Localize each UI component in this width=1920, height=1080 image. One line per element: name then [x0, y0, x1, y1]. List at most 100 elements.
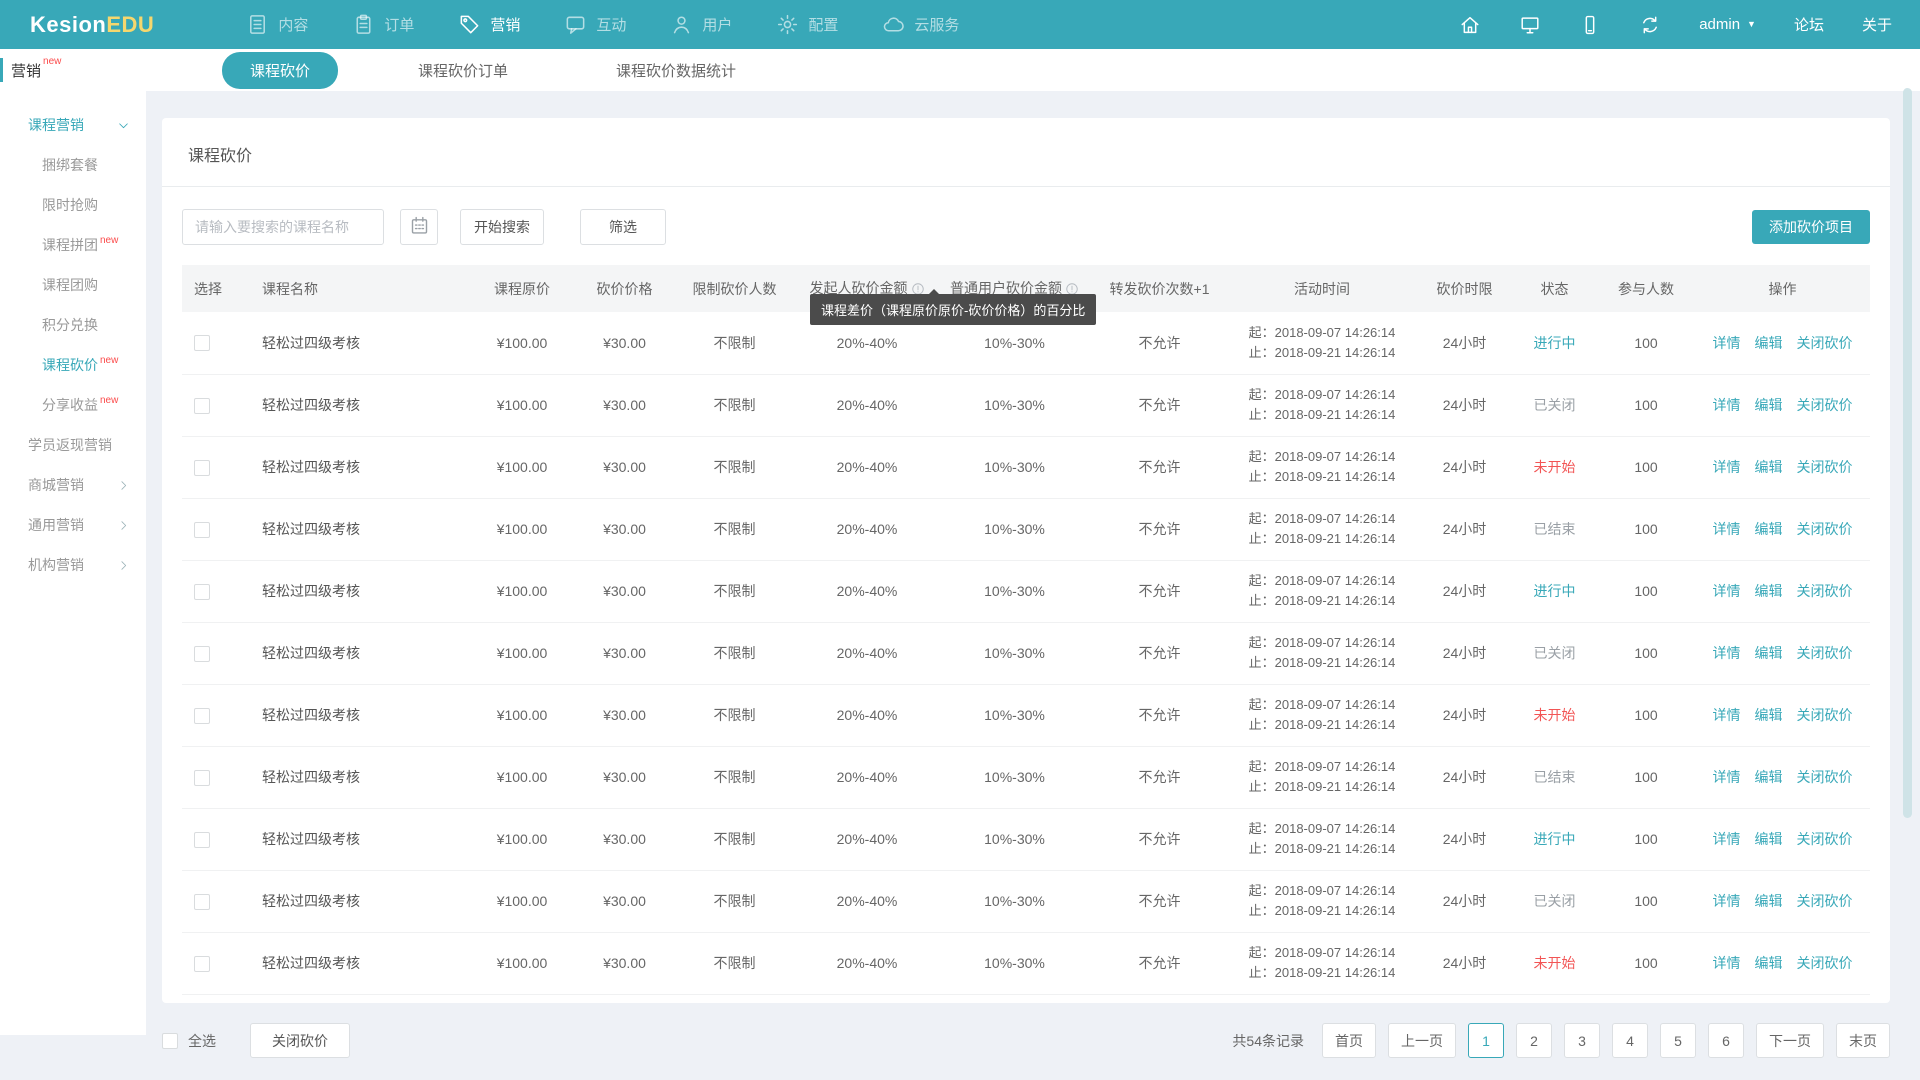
row-checkbox[interactable]	[194, 894, 210, 910]
close-bargain-link[interactable]: 关闭砍价	[1797, 831, 1853, 847]
row-checkbox[interactable]	[194, 646, 210, 662]
detail-link[interactable]: 详情	[1713, 521, 1741, 537]
sidebar-item-0[interactable]: 课程营销	[0, 105, 146, 145]
close-bargain-link[interactable]: 关闭砍价	[1797, 521, 1853, 537]
page-button-2[interactable]: 2	[1516, 1023, 1552, 1058]
cell-bargain-price: ¥30.00	[577, 374, 672, 436]
edit-link[interactable]: 编辑	[1755, 707, 1783, 723]
close-bargain-link[interactable]: 关闭砍价	[1797, 893, 1853, 909]
topbar-link-1[interactable]: 关于	[1862, 14, 1892, 35]
cell-forward: 不允许	[1092, 870, 1227, 932]
close-bargain-link[interactable]: 关闭砍价	[1797, 459, 1853, 475]
admin-dropdown[interactable]: admin▼	[1699, 16, 1756, 33]
sidebar-item-4[interactable]: 课程团购	[0, 265, 146, 305]
close-bargain-link[interactable]: 关闭砍价	[1797, 955, 1853, 971]
detail-link[interactable]: 详情	[1713, 893, 1741, 909]
add-bargain-button[interactable]: 添加砍价项目	[1752, 210, 1870, 244]
row-checkbox[interactable]	[194, 584, 210, 600]
edit-link[interactable]: 编辑	[1755, 521, 1783, 537]
sidebar-item-6[interactable]: 课程砍价new	[0, 345, 146, 385]
detail-link[interactable]: 详情	[1713, 335, 1741, 351]
topbar-nav-marketing[interactable]: 营销	[458, 13, 520, 36]
close-bargain-batch-button[interactable]: 关闭砍价	[250, 1023, 350, 1058]
close-bargain-link[interactable]: 关闭砍价	[1797, 583, 1853, 599]
topbar-nav-users[interactable]: 用户	[670, 13, 732, 36]
edit-link[interactable]: 编辑	[1755, 583, 1783, 599]
date-picker-button[interactable]	[400, 209, 438, 245]
sidebar-item-5[interactable]: 积分兑换	[0, 305, 146, 345]
close-bargain-link[interactable]: 关闭砍价	[1797, 769, 1853, 785]
cell-status: 进行中	[1512, 560, 1597, 622]
topbar-nav-content[interactable]: 内容	[246, 13, 308, 36]
topbar-nav-orders[interactable]: 订单	[352, 13, 414, 36]
sidebar-item-11[interactable]: 机构营销	[0, 545, 146, 585]
time-end: 止：2018-09-21 14:26:14	[1227, 963, 1417, 983]
row-checkbox[interactable]	[194, 770, 210, 786]
close-bargain-link[interactable]: 关闭砍价	[1797, 335, 1853, 351]
edit-link[interactable]: 编辑	[1755, 769, 1783, 785]
sidebar-item-9[interactable]: 商城营销	[0, 465, 146, 505]
home-icon[interactable]	[1459, 14, 1481, 36]
edit-link[interactable]: 编辑	[1755, 397, 1783, 413]
sidebar-item-1[interactable]: 捆绑套餐	[0, 145, 146, 185]
close-bargain-link[interactable]: 关闭砍价	[1797, 397, 1853, 413]
sidebar-item-8[interactable]: 学员返现营销	[0, 425, 146, 465]
user-icon	[670, 13, 693, 36]
refresh-icon[interactable]	[1639, 14, 1661, 36]
page-button-下一页[interactable]: 下一页	[1756, 1023, 1824, 1058]
row-checkbox[interactable]	[194, 956, 210, 972]
sidebar-new-badge: new	[100, 355, 118, 366]
sidebar-item-10[interactable]: 通用营销	[0, 505, 146, 545]
edit-link[interactable]: 编辑	[1755, 893, 1783, 909]
page-button-4[interactable]: 4	[1612, 1023, 1648, 1058]
detail-link[interactable]: 详情	[1713, 645, 1741, 661]
select-all-checkbox[interactable]	[162, 1033, 178, 1049]
detail-link[interactable]: 详情	[1713, 583, 1741, 599]
mobile-icon[interactable]	[1579, 14, 1601, 36]
topbar-nav-interaction[interactable]: 互动	[564, 13, 626, 36]
row-checkbox[interactable]	[194, 460, 210, 476]
detail-link[interactable]: 详情	[1713, 707, 1741, 723]
row-checkbox[interactable]	[194, 522, 210, 538]
detail-link[interactable]: 详情	[1713, 459, 1741, 475]
edit-link[interactable]: 编辑	[1755, 459, 1783, 475]
close-bargain-link[interactable]: 关闭砍价	[1797, 707, 1853, 723]
edit-link[interactable]: 编辑	[1755, 645, 1783, 661]
subheader: 营销 new 课程砍价课程砍价订单课程砍价数据统计	[0, 49, 1920, 91]
detail-link[interactable]: 详情	[1713, 831, 1741, 847]
detail-link[interactable]: 详情	[1713, 769, 1741, 785]
sidebar-item-2[interactable]: 限时抢购	[0, 185, 146, 225]
tab-0[interactable]: 课程砍价	[222, 52, 338, 89]
tab-2[interactable]: 课程砍价数据统计	[588, 52, 764, 89]
topbar-link-0[interactable]: 论坛	[1794, 14, 1824, 35]
search-button[interactable]: 开始搜索	[460, 209, 544, 245]
search-input[interactable]	[182, 209, 384, 245]
row-checkbox[interactable]	[194, 832, 210, 848]
page-button-5[interactable]: 5	[1660, 1023, 1696, 1058]
sidebar-item-7[interactable]: 分享收益new	[0, 385, 146, 425]
sidebar-item-3[interactable]: 课程拼团new	[0, 225, 146, 265]
row-checkbox[interactable]	[194, 335, 210, 351]
edit-link[interactable]: 编辑	[1755, 831, 1783, 847]
edit-link[interactable]: 编辑	[1755, 955, 1783, 971]
detail-link[interactable]: 详情	[1713, 397, 1741, 413]
close-bargain-link[interactable]: 关闭砍价	[1797, 645, 1853, 661]
page-button-1[interactable]: 1	[1468, 1023, 1504, 1058]
vertical-scrollbar[interactable]	[1903, 88, 1912, 818]
topbar-nav-cloud[interactable]: 云服务	[882, 13, 959, 36]
page-button-末页[interactable]: 末页	[1836, 1023, 1890, 1058]
edit-link[interactable]: 编辑	[1755, 335, 1783, 351]
topbar-nav-config[interactable]: 配置	[776, 13, 838, 36]
tab-1[interactable]: 课程砍价订单	[390, 52, 536, 89]
page-button-首页[interactable]: 首页	[1322, 1023, 1376, 1058]
page-button-6[interactable]: 6	[1708, 1023, 1744, 1058]
page-button-上一页[interactable]: 上一页	[1388, 1023, 1456, 1058]
row-checkbox[interactable]	[194, 708, 210, 724]
logo-part2: EDU	[106, 12, 154, 37]
detail-link[interactable]: 详情	[1713, 955, 1741, 971]
filter-button[interactable]: 筛选	[580, 209, 666, 245]
app-logo[interactable]: KesionEDU	[30, 12, 154, 38]
row-checkbox[interactable]	[194, 398, 210, 414]
page-button-3[interactable]: 3	[1564, 1023, 1600, 1058]
monitor-icon[interactable]	[1519, 14, 1541, 36]
